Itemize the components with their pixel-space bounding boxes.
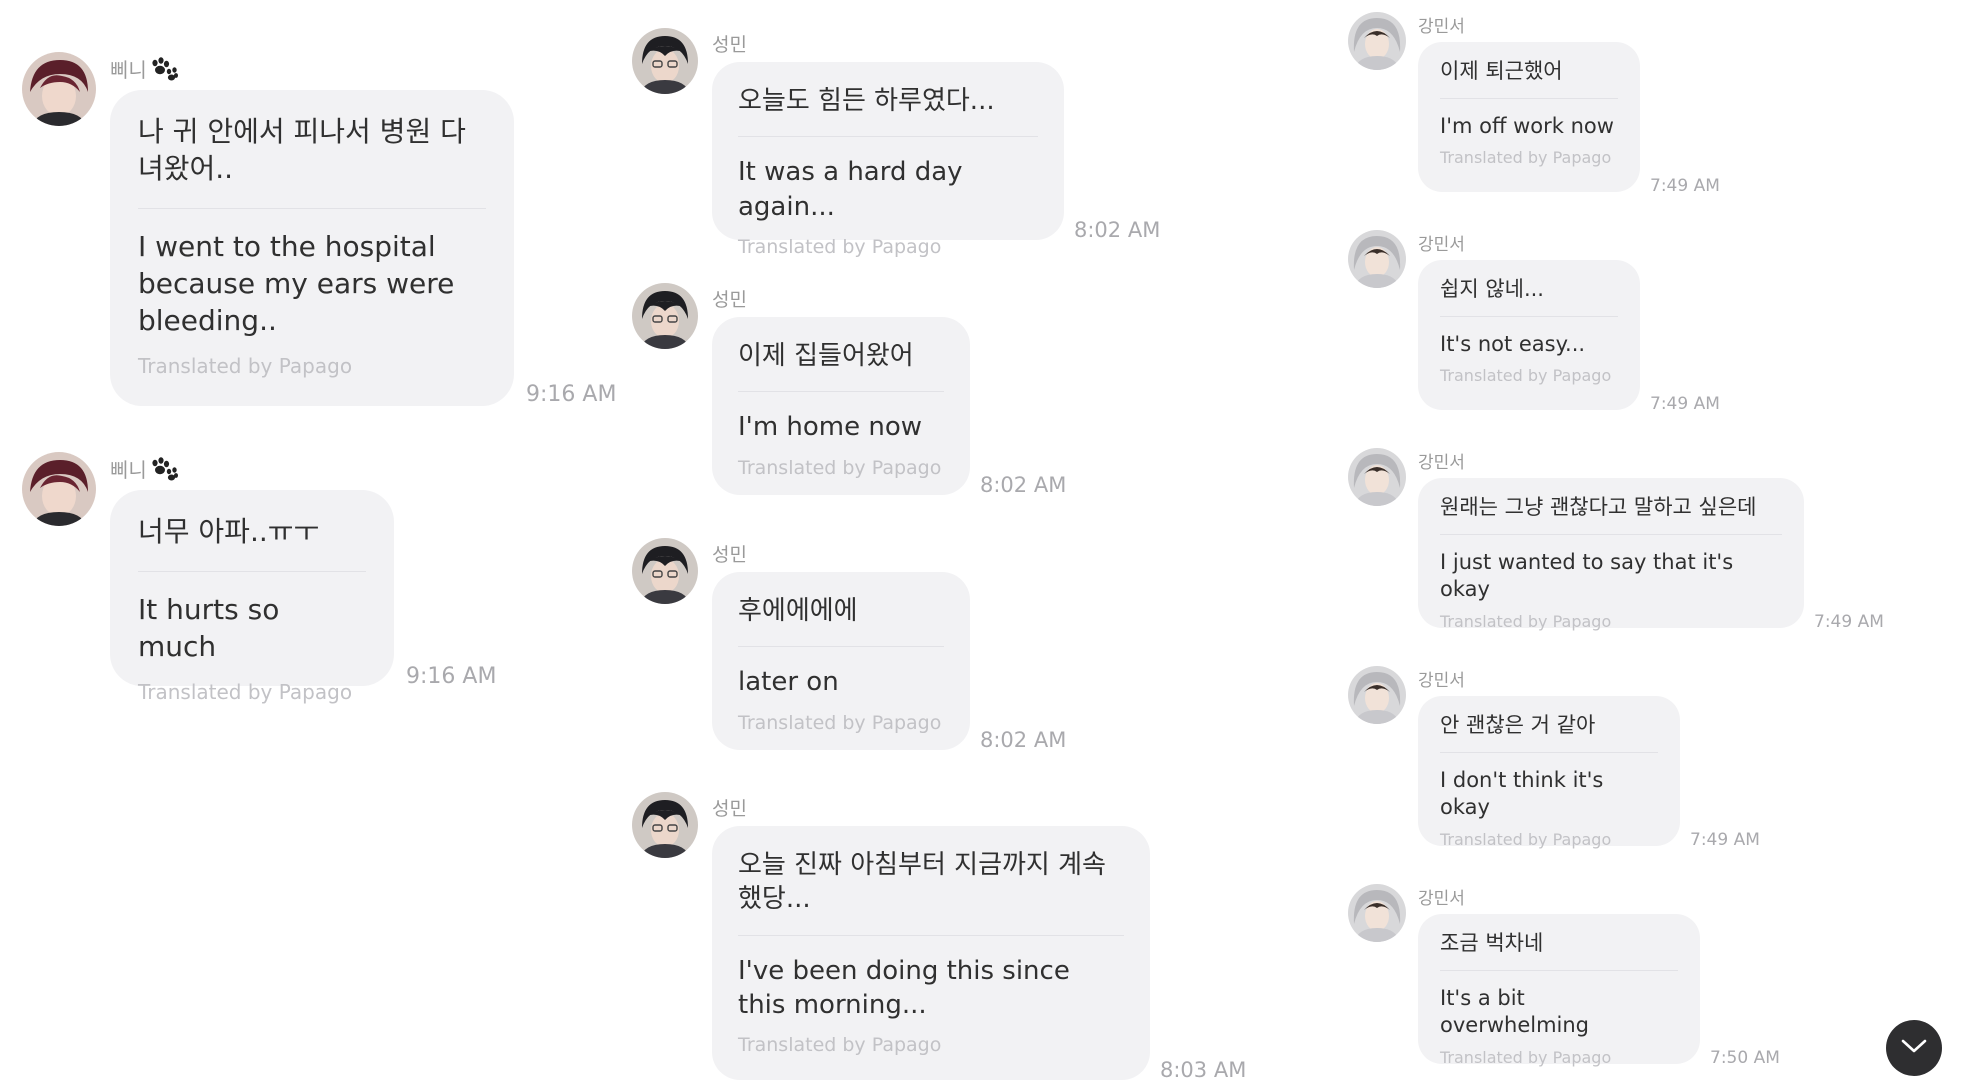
translation-credit: Translated by Papago bbox=[738, 235, 942, 258]
translation-credit: Translated by Papago bbox=[1440, 148, 1612, 168]
original-text: 후에에에에 bbox=[738, 596, 858, 626]
timestamp: 7:49 AM bbox=[1690, 830, 1760, 850]
avatar[interactable] bbox=[1348, 884, 1406, 942]
sender-name: 강민서 bbox=[1418, 889, 1465, 909]
avatar[interactable] bbox=[1348, 448, 1406, 506]
original-text: 원래는 그냥 괜찮다고 말하고 싶은데 bbox=[1440, 495, 1757, 519]
sender-name: 성민 bbox=[712, 798, 747, 820]
divider bbox=[738, 934, 1124, 936]
divider bbox=[138, 570, 366, 572]
translation-credit: Translated by Papago bbox=[138, 679, 353, 704]
original-text: 오늘 진짜 아침부터 지금까지 계속 했당... bbox=[738, 850, 1106, 915]
divider bbox=[1440, 97, 1618, 99]
chevron-down-icon bbox=[1901, 1038, 1927, 1058]
translation-credit: Translated by Papago bbox=[1440, 830, 1612, 850]
avatar[interactable] bbox=[1348, 12, 1406, 70]
timestamp: 7:50 AM bbox=[1710, 1048, 1780, 1068]
message-bubble[interactable]: 너무 아파..ㅠㅜ It hurts so much Translated by… bbox=[110, 490, 394, 704]
message-bubble[interactable]: 원래는 그냥 괜찮다고 말하고 싶은데 I just wanted to say… bbox=[1418, 478, 1804, 632]
translated-text: later on bbox=[738, 667, 839, 698]
sender-name: 강민서 bbox=[1418, 235, 1465, 255]
timestamp: 7:49 AM bbox=[1650, 394, 1720, 414]
divider bbox=[138, 207, 486, 209]
translated-text: It was a hard day again... bbox=[738, 157, 963, 222]
translated-text: I don't think it's okay bbox=[1440, 767, 1604, 820]
timestamp: 9:16 AM bbox=[406, 664, 497, 689]
translation-credit: Translated by Papago bbox=[738, 711, 942, 734]
translated-text: I've been doing this since this morning.… bbox=[738, 955, 1070, 1020]
avatar[interactable] bbox=[632, 792, 698, 858]
divider bbox=[738, 391, 944, 393]
original-text: 이제 퇴근했어 bbox=[1440, 59, 1563, 83]
divider bbox=[1440, 969, 1678, 971]
translation-credit: Translated by Papago bbox=[1440, 1048, 1612, 1068]
timestamp: 8:02 AM bbox=[980, 728, 1067, 752]
translated-text: I'm home now bbox=[738, 412, 923, 443]
avatar[interactable] bbox=[632, 28, 698, 94]
translation-credit: Translated by Papago bbox=[138, 353, 353, 378]
original-text: 나 귀 안에서 피나서 병원 다녀왔어.. bbox=[138, 115, 466, 185]
translation-credit: Translated by Papago bbox=[1440, 366, 1612, 386]
message-bubble[interactable]: 이제 퇴근했어 I'm off work now Translated by P… bbox=[1418, 42, 1640, 192]
translated-text: It's a bit overwhelming bbox=[1440, 985, 1589, 1038]
timestamp: 7:49 AM bbox=[1814, 612, 1884, 632]
original-text: 이제 집들어왔어 bbox=[738, 341, 914, 371]
avatar[interactable] bbox=[632, 538, 698, 604]
translated-text: I'm off work now bbox=[1440, 113, 1614, 138]
divider bbox=[738, 646, 944, 648]
translation-credit: Translated by Papago bbox=[738, 1034, 942, 1057]
original-text: 오늘도 힘든 하루였다... bbox=[738, 86, 995, 116]
translation-credit: Translated by Papago bbox=[1440, 612, 1612, 632]
sender-name: 강민서 bbox=[1418, 671, 1465, 691]
message-bubble[interactable]: 오늘도 힘든 하루였다... It was a hard day again..… bbox=[712, 62, 1064, 258]
avatar[interactable] bbox=[1348, 230, 1406, 288]
avatar[interactable] bbox=[1348, 666, 1406, 724]
avatar[interactable] bbox=[22, 52, 96, 126]
paw-prints-icon bbox=[149, 457, 179, 486]
message-bubble[interactable]: 나 귀 안에서 피나서 병원 다녀왔어.. I went to the hosp… bbox=[110, 90, 514, 406]
translated-text: It's not easy... bbox=[1440, 331, 1586, 356]
scroll-to-bottom-button[interactable] bbox=[1886, 1020, 1942, 1076]
translated-text: I just wanted to say that it's okay bbox=[1440, 549, 1734, 602]
message-bubble[interactable]: 안 괜찮은 거 같아 I don't think it's okay Trans… bbox=[1418, 696, 1680, 850]
sender-name: 삐니 bbox=[110, 54, 179, 86]
divider bbox=[738, 136, 1038, 138]
chat-translation-collage: 삐니 나 귀 안에서 피나서 병원 다녀왔어.. I went to the h… bbox=[0, 0, 1980, 1080]
message-bubble[interactable]: 이제 집들어왔어 I'm home now Translated by Papa… bbox=[712, 317, 970, 495]
message-bubble[interactable]: 후에에에에 later on Translated by Papago bbox=[712, 572, 970, 750]
original-text: 쉽지 않네... bbox=[1440, 277, 1544, 301]
timestamp: 7:49 AM bbox=[1650, 176, 1720, 196]
message-bubble[interactable]: 쉽지 않네... It's not easy... Translated by … bbox=[1418, 260, 1640, 410]
message-bubble[interactable]: 조금 벅차네 It's a bit overwhelming Translate… bbox=[1418, 914, 1700, 1068]
sender-name: 성민 bbox=[712, 289, 747, 311]
sender-name: 삐니 bbox=[110, 454, 179, 486]
message-bubble[interactable]: 오늘 진짜 아침부터 지금까지 계속 했당... I've been doing… bbox=[712, 826, 1150, 1080]
divider bbox=[1440, 533, 1782, 535]
sender-name: 강민서 bbox=[1418, 453, 1465, 473]
avatar[interactable] bbox=[632, 283, 698, 349]
timestamp: 8:02 AM bbox=[980, 473, 1067, 497]
translated-text: I went to the hospital because my ears w… bbox=[138, 229, 455, 337]
divider bbox=[1440, 751, 1658, 753]
translation-credit: Translated by Papago bbox=[738, 456, 942, 479]
timestamp: 9:16 AM bbox=[526, 382, 617, 407]
sender-name: 강민서 bbox=[1418, 17, 1465, 37]
sender-name: 성민 bbox=[712, 544, 747, 566]
paw-prints-icon bbox=[149, 57, 179, 86]
translated-text: It hurts so much bbox=[138, 592, 280, 663]
timestamp: 8:03 AM bbox=[1160, 1058, 1247, 1080]
original-text: 너무 아파..ㅠㅜ bbox=[138, 515, 320, 548]
original-text: 안 괜찮은 거 같아 bbox=[1440, 713, 1596, 737]
avatar[interactable] bbox=[22, 452, 96, 526]
sender-name: 성민 bbox=[712, 34, 747, 56]
divider bbox=[1440, 315, 1618, 317]
timestamp: 8:02 AM bbox=[1074, 218, 1161, 242]
original-text: 조금 벅차네 bbox=[1440, 931, 1544, 955]
